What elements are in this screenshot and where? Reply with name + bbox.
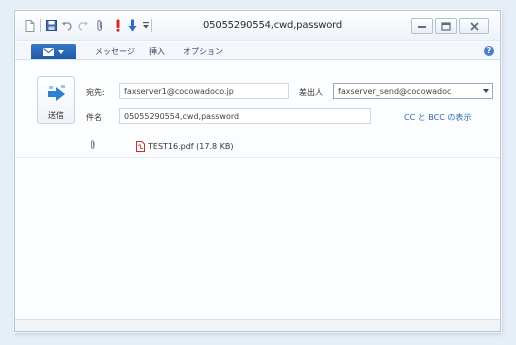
title-bar: 05055290554,cwd,password — [15, 11, 500, 41]
help-icon[interactable]: ? — [484, 46, 494, 56]
from-value: faxserver_send@cocowadoc — [338, 87, 452, 96]
low-importance-icon[interactable] — [125, 18, 139, 33]
chevron-down-icon — [483, 89, 489, 93]
close-icon — [469, 21, 479, 31]
header-divider — [15, 157, 500, 158]
send-icon — [48, 85, 65, 101]
from-dropdown[interactable]: faxserver_send@cocowadoc — [333, 83, 493, 99]
maximize-icon — [441, 21, 451, 31]
to-label: 宛先: — [86, 88, 105, 97]
ribbon-tab-bar: メッセージ 挿入 オプション ? — [15, 42, 500, 60]
subject-value: 05055290554,cwd,password — [124, 112, 240, 121]
show-cc-bcc-link[interactable]: CC と BCC の表示 — [404, 112, 471, 123]
subject-field[interactable]: 05055290554,cwd,password — [119, 108, 371, 124]
file-menu-button[interactable] — [31, 44, 76, 59]
minimize-button[interactable] — [411, 18, 433, 34]
tab-insert[interactable]: 挿入 — [149, 46, 165, 57]
to-field[interactable]: faxserver1@cocowadoco.jp — [119, 83, 289, 99]
document-icon — [23, 18, 37, 33]
tab-message[interactable]: メッセージ — [95, 46, 135, 57]
send-label: 送信 — [48, 111, 64, 120]
attach-icon[interactable] — [93, 18, 107, 33]
subject-label: 件名 — [86, 113, 102, 122]
toolbar-separator — [151, 19, 152, 32]
minimize-icon — [418, 26, 426, 28]
save-icon[interactable] — [44, 18, 58, 33]
status-bar — [15, 319, 500, 331]
chevron-down-icon — [58, 49, 64, 54]
tab-options[interactable]: オプション — [183, 46, 223, 57]
high-importance-icon[interactable] — [111, 18, 125, 33]
pdf-icon — [136, 141, 145, 152]
window-title: 05055290554,cwd,password — [203, 20, 343, 31]
attachment-item[interactable]: TEST16.pdf (17.8 KB) — [136, 141, 233, 152]
maximize-button[interactable] — [435, 18, 457, 34]
send-button[interactable]: 送信 — [37, 76, 75, 124]
close-button[interactable] — [459, 18, 489, 34]
mail-icon — [43, 47, 54, 56]
attachment-name: TEST16.pdf (17.8 KB) — [148, 142, 234, 151]
compose-window: 05055290554,cwd,password メッセージ 挿入 オプション … — [14, 10, 501, 332]
from-label: 差出人 — [299, 88, 323, 97]
toolbar-separator — [40, 19, 41, 32]
attachment-clip-icon — [90, 140, 96, 152]
undo-icon[interactable] — [60, 18, 74, 33]
redo-icon[interactable] — [76, 18, 90, 33]
to-value: faxserver1@cocowadoco.jp — [124, 87, 234, 96]
